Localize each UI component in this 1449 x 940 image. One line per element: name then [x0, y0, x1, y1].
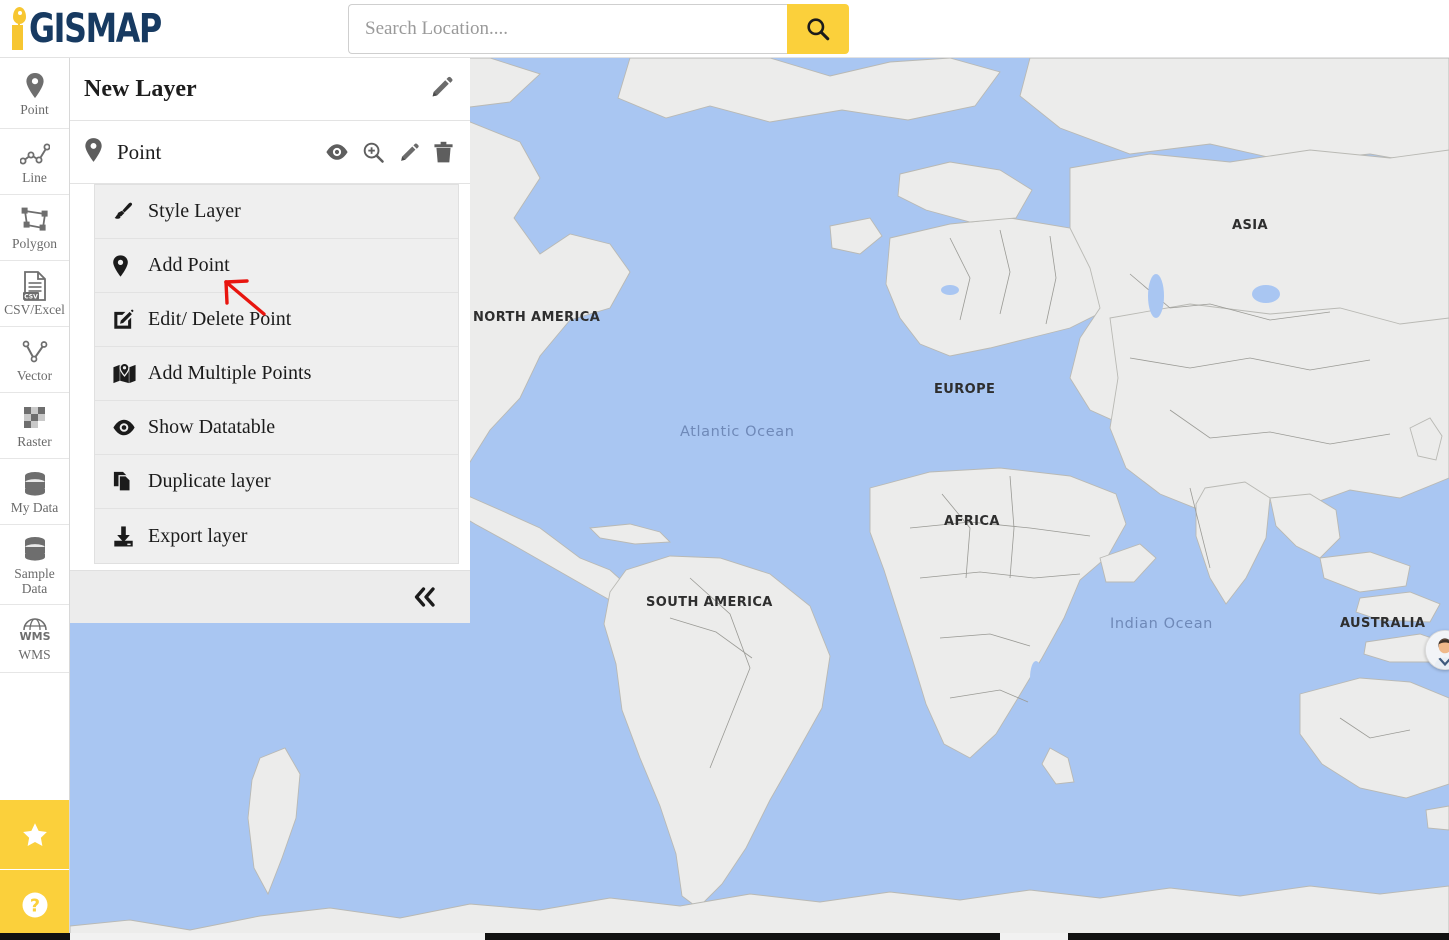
menu-item-add-multiple-points[interactable]: Add Multiple Points — [95, 347, 458, 401]
menu-item-label: Add Point — [148, 254, 230, 276]
layer-row[interactable]: Point — [70, 121, 470, 184]
menu-item-style-layer[interactable]: Style Layer — [95, 185, 458, 239]
svg-text:?: ? — [29, 896, 39, 916]
sidebar-item-label: Raster — [17, 434, 52, 449]
sidebar-item-point[interactable]: Point — [0, 58, 69, 129]
sidebar-item-label: WMS — [18, 647, 51, 662]
sidebar-item-label: CSV/Excel — [4, 302, 65, 317]
layer-panel-footer — [70, 570, 470, 623]
pencil-icon — [401, 143, 419, 161]
paint-brush-icon — [112, 200, 148, 223]
map-pin-icon — [84, 137, 103, 168]
sidebar-item-label: Vector — [16, 368, 53, 383]
left-sidebar: Point Line Polygon CSV CSV/Excel Vector … — [0, 58, 70, 940]
sidebar-item-my-data[interactable]: My Data — [0, 459, 69, 525]
menu-item-duplicate-layer[interactable]: Duplicate layer — [95, 455, 458, 509]
sidebar-item-label: Point — [20, 101, 49, 117]
polygon-icon — [20, 205, 50, 235]
eye-icon — [112, 418, 148, 437]
app-logo[interactable]: GISMAP — [8, 3, 308, 55]
sidebar-item-line[interactable]: Line — [0, 129, 69, 195]
zoom-in-icon — [363, 142, 384, 163]
logo-pin-i-icon — [8, 6, 30, 52]
menu-item-label: Style Layer — [148, 200, 241, 222]
menu-item-label: Show Datatable — [148, 416, 276, 438]
sidebar-item-csv-excel[interactable]: CSV CSV/Excel — [0, 261, 69, 327]
toggle-layer-visibility-button[interactable] — [325, 142, 349, 162]
menu-item-add-point[interactable]: Add Point — [95, 239, 458, 293]
delete-layer-button[interactable] — [433, 141, 454, 164]
menu-item-label: Export layer — [148, 524, 248, 547]
layer-actions-menu: Style Layer Add Point Edit/ Delete Point… — [94, 184, 459, 564]
search-icon — [807, 18, 830, 41]
pencil-icon — [432, 76, 453, 97]
trash-icon — [434, 141, 453, 162]
download-icon — [112, 525, 148, 548]
layer-panel-header: New Layer — [70, 58, 470, 121]
bottom-status-bar — [0, 933, 1449, 940]
map-pin-icon — [112, 254, 148, 278]
logo-text: GISMAP — [29, 6, 162, 52]
copy-icon — [112, 470, 148, 493]
rename-layer-button[interactable] — [429, 74, 454, 104]
sidebar-item-label: Line — [22, 170, 47, 185]
app-header: GISMAP — [0, 0, 1449, 58]
sidebar-favorites-button[interactable] — [0, 800, 69, 870]
sidebar-item-wms[interactable]: WMS WMS — [0, 605, 69, 673]
layer-actions-container: Style Layer Add Point Edit/ Delete Point… — [70, 184, 470, 570]
collapse-panel-button[interactable] — [412, 586, 438, 608]
sidebar-help-button[interactable]: ? — [0, 870, 69, 940]
eye-icon — [326, 144, 348, 160]
sidebar-item-raster[interactable]: Raster — [0, 393, 69, 459]
edit-square-icon — [112, 308, 148, 331]
double-chevron-left-icon — [414, 587, 435, 607]
menu-item-edit-delete-point[interactable]: Edit/ Delete Point — [95, 293, 458, 347]
svg-text:CSV: CSV — [24, 293, 38, 300]
csv-file-icon: CSV — [22, 271, 48, 301]
database-icon — [22, 469, 48, 499]
menu-item-export-layer[interactable]: Export layer — [95, 509, 458, 563]
edit-layer-button[interactable] — [398, 141, 420, 163]
vector-icon — [21, 337, 49, 367]
sidebar-item-label: Sample Data — [14, 566, 55, 596]
menu-item-label: Duplicate layer — [148, 470, 271, 492]
layer-name: Point — [117, 139, 162, 164]
database-icon — [22, 534, 48, 564]
globe-wms-icon: WMS — [19, 616, 51, 646]
layer-panel: New Layer Point Style Layer Add Point Ed… — [70, 58, 470, 623]
sidebar-item-label: My Data — [10, 500, 59, 515]
svg-text:WMS: WMS — [19, 630, 50, 643]
sidebar-item-sample-data[interactable]: Sample Data — [0, 525, 69, 605]
raster-checker-icon — [21, 403, 49, 433]
sidebar-item-vector[interactable]: Vector — [0, 327, 69, 393]
sidebar-item-label: Polygon — [11, 236, 57, 251]
polyline-icon — [19, 139, 50, 169]
question-circle-icon: ? — [22, 892, 47, 917]
search-button[interactable] — [787, 4, 849, 54]
zoom-to-layer-button[interactable] — [362, 141, 385, 164]
menu-item-label: Add Multiple Points — [148, 362, 312, 384]
multiple-points-icon — [112, 362, 148, 386]
page-title: New Layer — [84, 75, 197, 102]
menu-item-label: Edit/ Delete Point — [148, 308, 292, 330]
menu-item-show-datatable[interactable]: Show Datatable — [95, 401, 458, 455]
search-input[interactable] — [348, 4, 787, 54]
search-bar — [348, 4, 849, 54]
map-pin-icon — [25, 71, 45, 101]
sidebar-item-polygon[interactable]: Polygon — [0, 195, 69, 261]
star-icon — [22, 822, 47, 846]
